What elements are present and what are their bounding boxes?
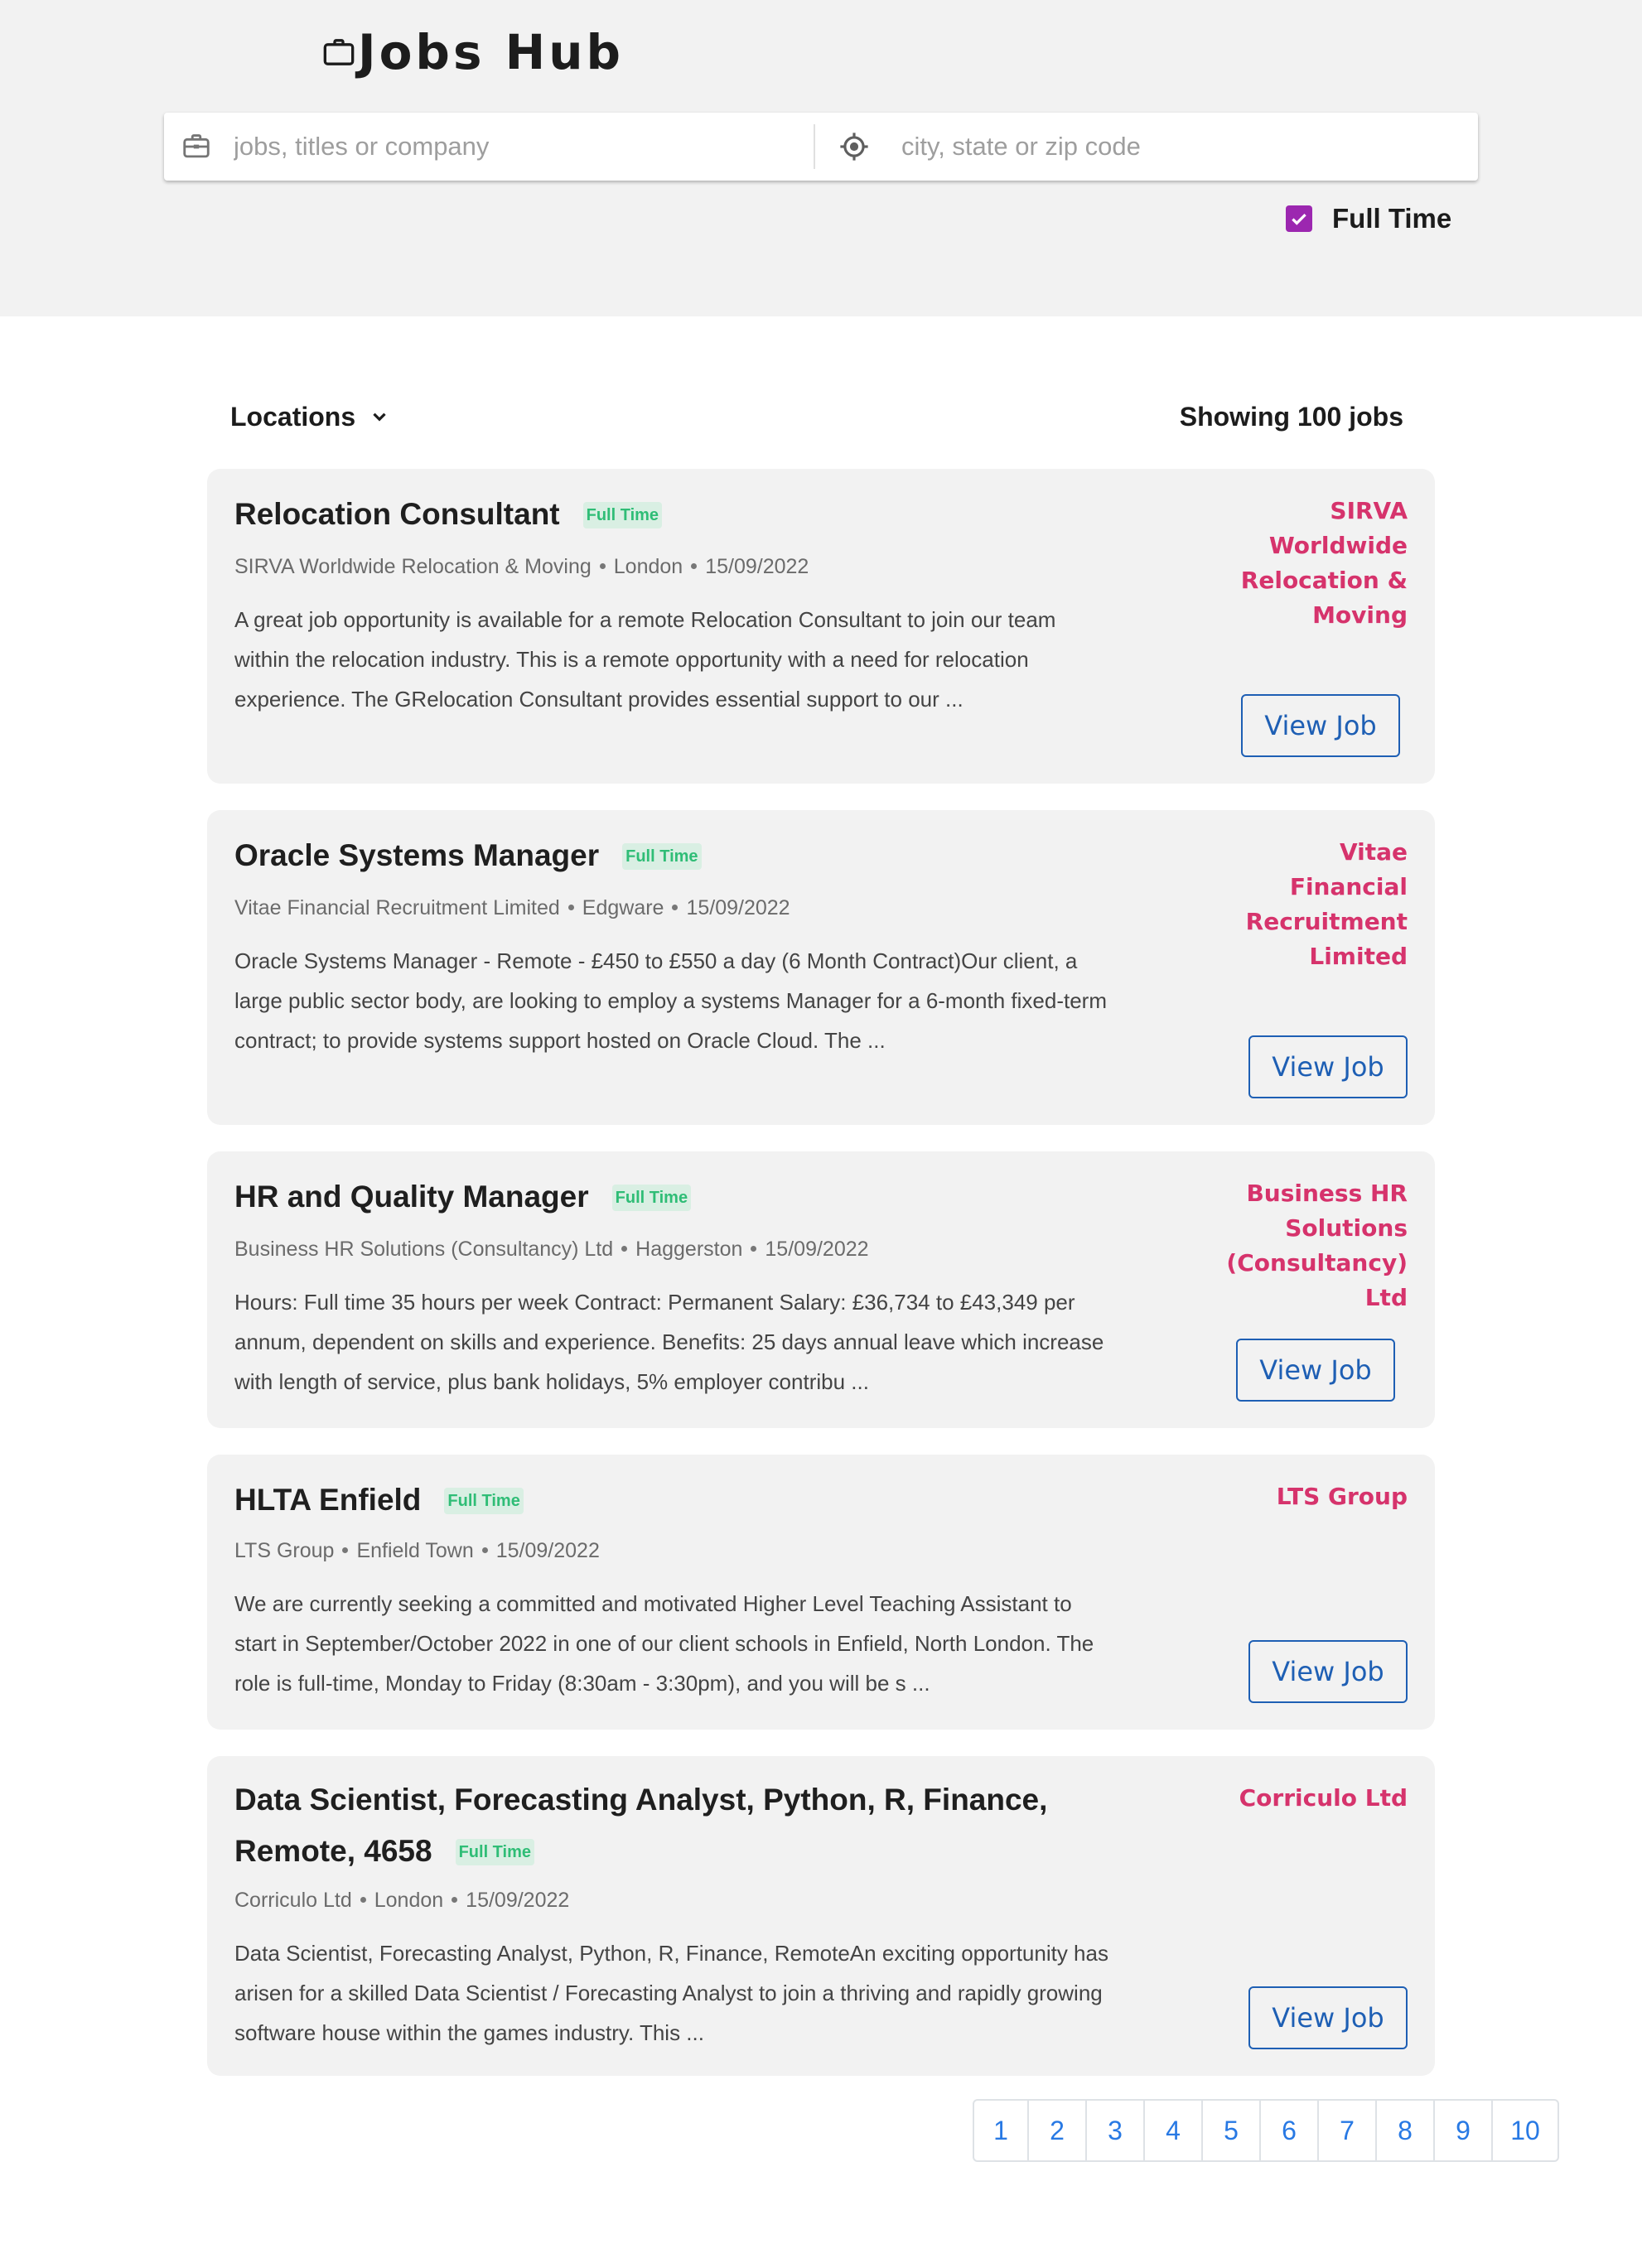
brand[interactable]: Jobs Hub [321, 23, 624, 81]
job-type-badge: Full Time [611, 1185, 692, 1211]
job-meta: Business HR Solutions (Consultancy) Ltd H… [234, 1238, 869, 1262]
job-type-badge: Full Time [622, 843, 702, 870]
full-time-checkbox[interactable] [1286, 205, 1312, 232]
locations-label: Locations [230, 401, 356, 432]
job-date: 15/09/2022 [495, 1539, 600, 1562]
keyword-field [164, 113, 814, 181]
search-bar [164, 113, 1478, 181]
work-icon [183, 134, 210, 158]
job-date: 15/09/2022 [705, 555, 809, 578]
full-time-label: Full Time [1332, 203, 1452, 234]
job-description: Oracle Systems Manager - Remote - £450 t… [234, 948, 1107, 1053]
separator-dot [672, 905, 679, 910]
job-title[interactable]: Data Scientist, Forecasting Analyst, Pyt… [234, 1783, 1047, 1868]
job-title[interactable]: Oracle Systems Manager [234, 838, 599, 872]
job-location: London [374, 1889, 444, 1912]
view-job-button[interactable]: View Job [1236, 1339, 1395, 1402]
page-3[interactable]: 3 [1085, 2101, 1143, 2160]
job-company: LTS Group [234, 1539, 335, 1562]
page-2[interactable]: 2 [1027, 2101, 1085, 2160]
chevron-down-icon [373, 413, 386, 422]
page-4[interactable]: 4 [1143, 2101, 1201, 2160]
job-description: Data Scientist, Forecasting Analyst, Pyt… [234, 1941, 1108, 2045]
job-count: Showing 100 jobs [1179, 401, 1403, 432]
company-name: Corriculo Ltd [1239, 1784, 1408, 1812]
job-card: Relocation Consultant Full Time SIRVA Wor… [207, 469, 1435, 784]
pagination: 1 2 3 4 5 6 7 8 9 10 [973, 2099, 1559, 2162]
separator-dot [452, 1897, 458, 1903]
job-date: 15/09/2022 [765, 1238, 869, 1261]
company-name: Vitae Financial Recruitment Limited [1245, 838, 1408, 970]
job-description: Hours: Full time 35 hours per week Contr… [234, 1290, 1104, 1394]
job-company: Corriculo Ltd [234, 1889, 352, 1912]
job-location: Edgware [582, 896, 664, 919]
job-company: Business HR Solutions (Consultancy) Ltd [234, 1238, 614, 1261]
company-name: SIRVA Worldwide Relocation & Moving [1240, 497, 1408, 629]
view-job-button[interactable]: View Job [1248, 1986, 1408, 2049]
separator-dot [360, 1897, 366, 1903]
full-time-filter[interactable]: Full Time [1286, 200, 1451, 237]
page-9[interactable]: 9 [1433, 2101, 1491, 2160]
check-icon [1292, 213, 1306, 225]
page-7[interactable]: 7 [1317, 2101, 1375, 2160]
page-6[interactable]: 6 [1259, 2101, 1317, 2160]
separator-dot [751, 1246, 757, 1252]
page-5[interactable]: 5 [1201, 2101, 1259, 2160]
my-location-icon[interactable] [838, 131, 870, 162]
search-input[interactable] [234, 122, 797, 171]
job-description: A great job opportunity is available for… [234, 607, 1056, 712]
location-field [815, 113, 1478, 181]
separator-dot [481, 1547, 488, 1553]
separator-dot [599, 563, 606, 569]
job-title[interactable]: HR and Quality Manager [234, 1180, 589, 1214]
page-1[interactable]: 1 [974, 2101, 1027, 2160]
job-company: Vitae Financial Recruitment Limited [234, 896, 560, 919]
job-card: Oracle Systems Manager Full Time Vitae Fi… [207, 810, 1435, 1125]
company-name: LTS Group [1276, 1483, 1408, 1510]
job-meta: SIRVA Worldwide Relocation & Moving Londo… [234, 555, 809, 579]
job-meta: Vitae Financial Recruitment Limited Edgwa… [234, 896, 790, 920]
job-location: Haggerston [635, 1238, 743, 1261]
job-title[interactable]: Relocation Consultant [234, 497, 560, 531]
locations-dropdown[interactable]: Locations [230, 396, 390, 437]
job-card: Data Scientist, Forecasting Analyst, Pyt… [207, 1756, 1435, 2076]
job-location: London [613, 555, 683, 578]
job-description: We are currently seeking a committed and… [234, 1591, 1094, 1696]
job-company: SIRVA Worldwide Relocation & Moving [234, 555, 592, 578]
separator-dot [621, 1246, 628, 1252]
job-location: Enfield Town [356, 1539, 474, 1562]
job-type-badge: Full Time [582, 502, 663, 528]
view-job-button[interactable]: View Job [1241, 694, 1400, 757]
separator-dot [342, 1547, 349, 1553]
location-input[interactable] [901, 122, 1465, 171]
job-type-badge: Full Time [455, 1839, 534, 1865]
job-date: 15/09/2022 [686, 896, 790, 919]
job-date: 15/09/2022 [466, 1889, 570, 1912]
brand-title: Jobs Hub [358, 24, 625, 80]
briefcase-icon [323, 39, 355, 65]
separator-dot [567, 905, 574, 910]
job-meta: Corriculo Ltd London 15/09/2022 [234, 1889, 569, 1913]
header: Jobs Hub jobs, titles or company city, s… [0, 0, 1642, 316]
job-meta: LTS Group Enfield Town 15/09/2022 [234, 1539, 600, 1563]
job-type-badge: Full Time [444, 1488, 524, 1514]
view-job-button[interactable]: View Job [1248, 1640, 1408, 1703]
page-8[interactable]: 8 [1375, 2101, 1433, 2160]
job-card: HR and Quality Manager Full Time Business… [207, 1151, 1435, 1428]
job-title[interactable]: HLTA Enfield [234, 1483, 421, 1517]
job-card: HLTA Enfield Full Time LTS Group Enfield T… [207, 1455, 1435, 1730]
company-name: Business HR Solutions (Consultancy) Ltd [1226, 1180, 1408, 1311]
separator-dot [691, 563, 698, 569]
page-10[interactable]: 10 [1491, 2101, 1557, 2160]
view-job-button[interactable]: View Job [1248, 1035, 1408, 1098]
